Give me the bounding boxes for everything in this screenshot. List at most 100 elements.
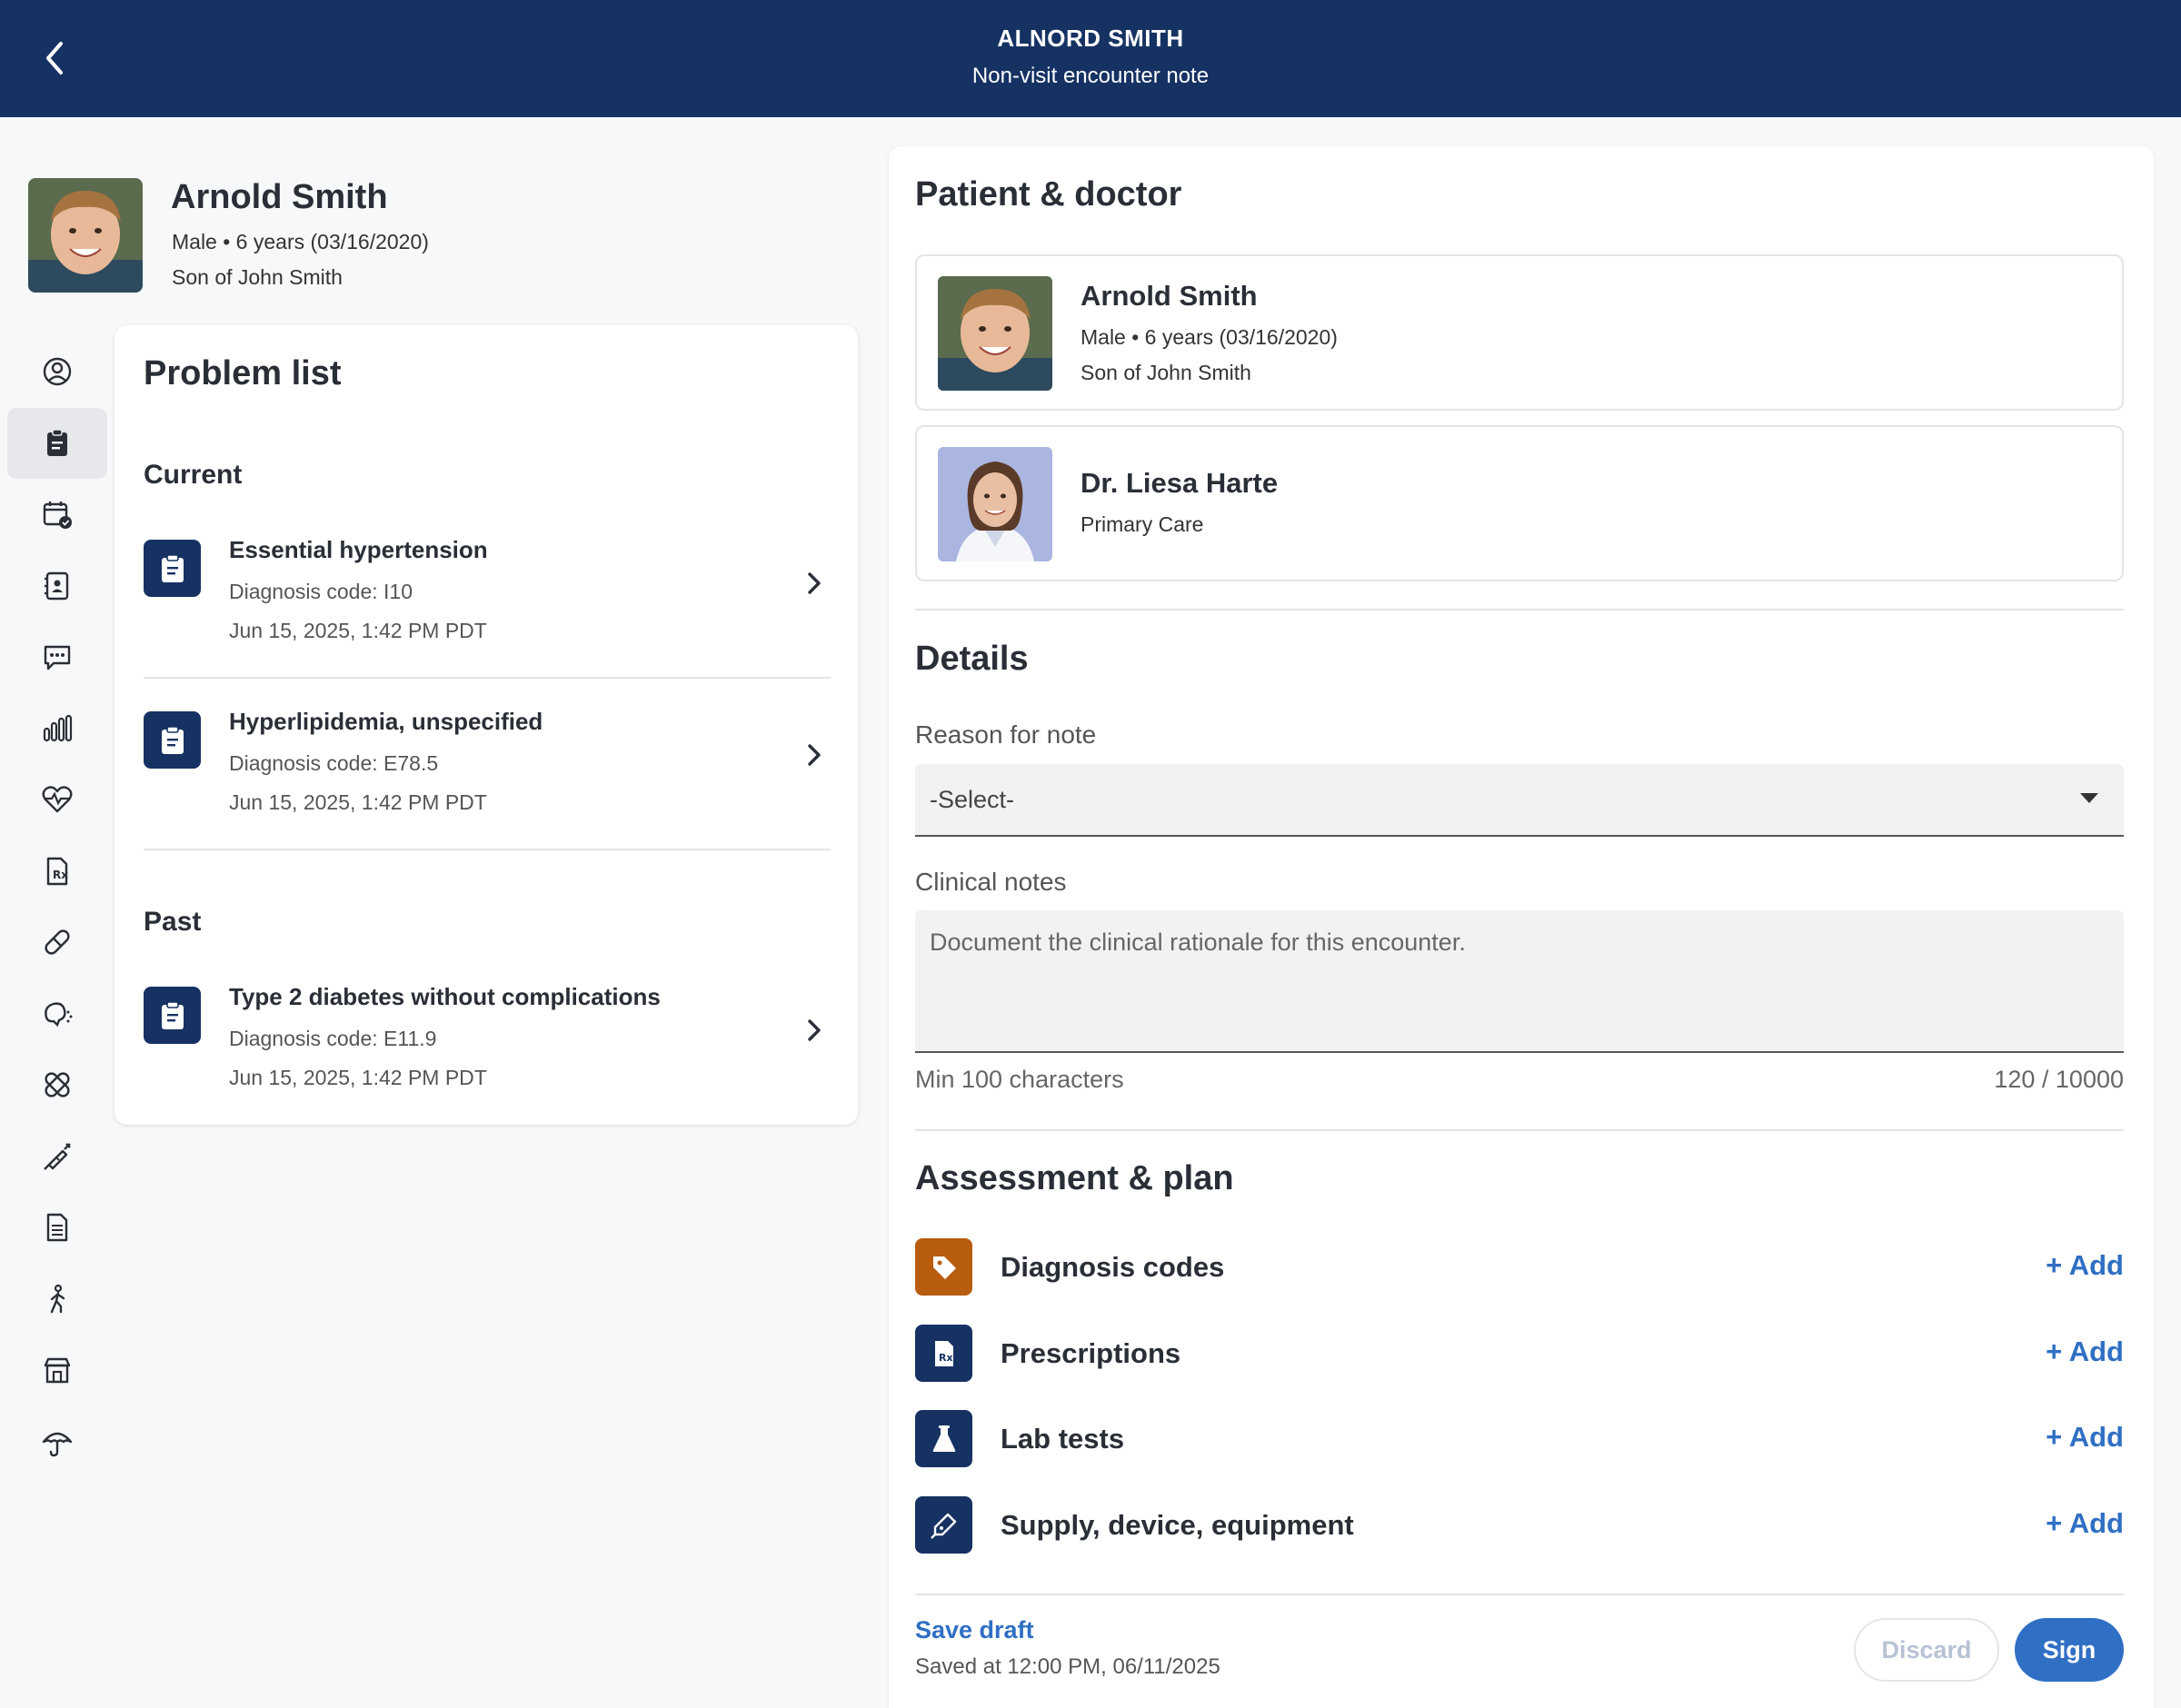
clipboard-icon — [47, 429, 67, 456]
nav-medications[interactable] — [7, 907, 107, 978]
heart-pulse-icon — [42, 786, 73, 813]
svg-text:Rx: Rx — [53, 869, 68, 881]
problem-date: Jun 15, 2025, 1:42 PM PDT — [229, 790, 487, 814]
problem-item[interactable]: Hyperlipidemia, unspecified Diagnosis co… — [144, 702, 831, 848]
doctor-specialty: Primary Care — [1081, 512, 1204, 536]
patient-name: Arnold Smith — [171, 178, 388, 216]
nav-pharmacy[interactable] — [7, 1335, 107, 1406]
patient-relation: Son of John Smith — [172, 265, 343, 289]
save-draft-link[interactable]: Save draft — [915, 1616, 1034, 1644]
past-section-label: Past — [144, 907, 202, 937]
clipboard-icon — [144, 987, 201, 1044]
syringe-icon — [44, 1142, 71, 1170]
add-prescription-button[interactable]: + Add — [2046, 1336, 2124, 1368]
reason-select[interactable]: -Select- — [915, 764, 2124, 837]
nav-messages[interactable] — [7, 621, 107, 693]
problem-name: Essential hypertension — [229, 536, 488, 563]
nav-prescriptions[interactable]: Rx — [7, 836, 107, 908]
tag-icon — [915, 1238, 972, 1296]
nav-allergies[interactable] — [7, 978, 107, 1050]
calendar-check-icon — [43, 501, 72, 530]
patient-doctor-title: Patient & doctor — [915, 175, 1182, 214]
nav-profile[interactable] — [7, 336, 107, 408]
problem-item[interactable]: Essential hypertension Diagnosis code: I… — [144, 531, 831, 676]
assessment-diagnosis-row: Diagnosis codes + Add — [915, 1238, 2124, 1296]
page-subtitle: Non-visit encounter note — [971, 64, 1210, 88]
profile-icon — [43, 358, 72, 386]
divider — [144, 849, 831, 850]
nav-activity[interactable] — [7, 1264, 107, 1336]
problem-code: Diagnosis code: E11.9 — [229, 1027, 437, 1050]
nav-charts[interactable] — [7, 693, 107, 765]
divider — [915, 609, 2124, 611]
pen-tool-icon — [915, 1496, 972, 1554]
assessment-label: Supply, device, equipment — [1001, 1509, 1354, 1541]
problem-date: Jun 15, 2025, 1:42 PM PDT — [229, 619, 487, 642]
problem-item[interactable]: Type 2 diabetes without complications Di… — [144, 978, 831, 1123]
store-icon — [44, 1358, 71, 1384]
clinical-notes-input[interactable] — [915, 910, 2124, 1053]
bar-chart-icon — [43, 714, 73, 741]
reason-label: Reason for note — [915, 720, 1097, 749]
saved-timestamp: Saved at 12:00 PM, 06/11/2025 — [915, 1654, 1220, 1679]
divider — [915, 1129, 2124, 1131]
problem-code: Diagnosis code: I10 — [229, 580, 413, 603]
nav-vitals[interactable] — [7, 764, 107, 836]
discard-button[interactable]: Discard — [1854, 1618, 1999, 1682]
assessment-supply-row: Supply, device, equipment + Add — [915, 1496, 2124, 1554]
patient-card-avatar — [938, 276, 1052, 391]
pill-icon — [45, 929, 70, 955]
doctor-avatar — [938, 447, 1052, 561]
nav-immunizations[interactable] — [7, 1121, 107, 1193]
doctor-card: Dr. Liesa Harte Primary Care — [915, 425, 2124, 581]
clipboard-icon — [144, 540, 201, 597]
divider — [915, 1594, 2124, 1595]
patient-card: Arnold Smith Male • 6 years (03/16/2020)… — [915, 254, 2124, 411]
problem-list-title: Problem list — [144, 354, 342, 392]
details-title: Details — [915, 640, 1029, 678]
chat-bubble-icon — [44, 646, 71, 670]
problem-list-card: Problem list Current Essential hypertens… — [115, 325, 858, 1125]
add-supply-button[interactable]: + Add — [2046, 1507, 2124, 1540]
nav-insurance[interactable] — [7, 1406, 107, 1478]
allergy-icon — [45, 1002, 73, 1027]
page-title: ALNORD SMITH — [997, 25, 1184, 52]
assessment-label: Prescriptions — [1001, 1337, 1181, 1369]
umbrella-icon — [42, 1432, 73, 1456]
add-lab-test-button[interactable]: + Add — [2046, 1421, 2124, 1454]
problem-date: Jun 15, 2025, 1:42 PM PDT — [229, 1066, 487, 1089]
notes-min-hint: Min 100 characters — [915, 1066, 1124, 1093]
svg-text:Rx: Rx — [939, 1352, 953, 1364]
nav-problem-list[interactable] — [7, 407, 107, 479]
assessment-lab-tests-row: Lab tests + Add — [915, 1410, 2124, 1468]
chevron-right-icon — [798, 1014, 831, 1047]
patient-card-name: Arnold Smith — [1081, 280, 1258, 312]
nav-appointments[interactable] — [7, 479, 107, 551]
add-diagnosis-button[interactable]: + Add — [2046, 1249, 2124, 1282]
document-icon — [46, 1214, 68, 1242]
patient-card-relation: Son of John Smith — [1081, 361, 1251, 384]
problem-name: Hyperlipidemia, unspecified — [229, 708, 543, 735]
chevron-right-icon — [798, 567, 831, 600]
walking-person-icon — [50, 1284, 65, 1313]
doctor-name: Dr. Liesa Harte — [1081, 467, 1279, 499]
problem-code: Diagnosis code: E78.5 — [229, 751, 439, 775]
prescription-icon: Rx — [46, 857, 68, 885]
caret-down-icon — [2080, 793, 2098, 803]
sign-button[interactable]: Sign — [2015, 1618, 2124, 1682]
prescription-icon: Rx — [915, 1325, 972, 1382]
nav-documents[interactable] — [7, 1192, 107, 1264]
top-bar: ALNORD SMITH Non-visit encounter note — [0, 0, 2181, 117]
nav-rail: Rx — [7, 336, 107, 1477]
flask-icon — [915, 1410, 972, 1467]
bandage-icon — [45, 1072, 70, 1097]
clipboard-icon — [144, 711, 201, 769]
divider — [144, 677, 831, 679]
patient-meta: Male • 6 years (03/16/2020) — [172, 230, 429, 253]
clinical-notes-label: Clinical notes — [915, 868, 1067, 896]
nav-procedures[interactable] — [7, 1049, 107, 1121]
nav-contacts[interactable] — [7, 551, 107, 622]
chevron-right-icon — [798, 739, 831, 771]
reason-select-value: -Select- — [930, 786, 1015, 813]
contacts-book-icon — [45, 571, 69, 600]
